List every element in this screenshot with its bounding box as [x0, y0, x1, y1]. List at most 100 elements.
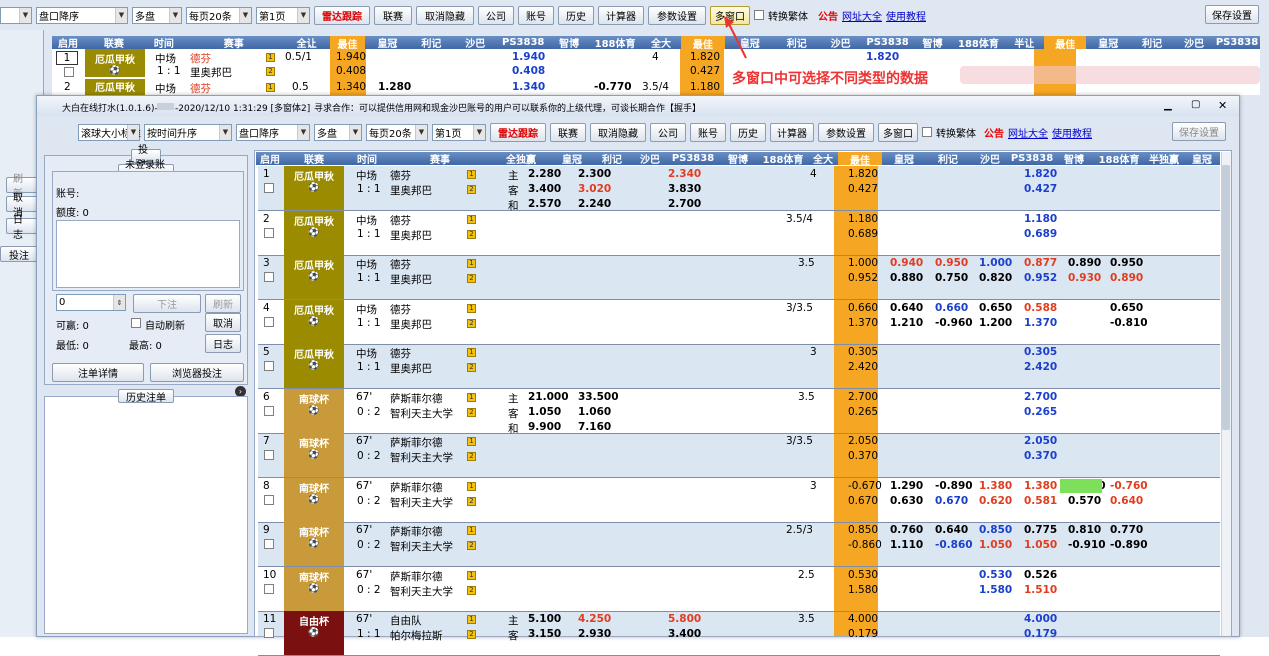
odds-sort-select[interactable]: 盘口降序 ▼ [236, 123, 310, 141]
col-best: 最佳 [838, 152, 882, 165]
away-team: 智利天主大学 [390, 408, 453, 420]
league-button[interactable]: 联赛 [550, 122, 586, 142]
minimize-icon[interactable]: ▁ [1164, 100, 1172, 111]
score: 1 : 1 [357, 183, 381, 195]
refresh-button[interactable]: 刷新 [205, 294, 241, 313]
bg-bet-button[interactable]: 投注 [0, 246, 38, 262]
row-checkbox[interactable] [264, 361, 274, 371]
save-settings-button[interactable]: 保存设置 [1172, 122, 1226, 141]
ps2-value: 0.581 [1024, 495, 1058, 507]
team-badge: 2 [467, 452, 476, 461]
notice-link[interactable]: 公告 [984, 125, 1004, 140]
hg2-value: 1.290 [890, 480, 924, 492]
home-team: 萨斯菲尔德 [390, 393, 443, 405]
amount-input[interactable]: 0 ⇕ [56, 294, 126, 311]
row-checkbox[interactable] [264, 584, 274, 594]
ps2-value: 0.305 [1024, 346, 1058, 358]
best-value: 1.000 [848, 257, 879, 269]
bg-history-button[interactable]: 历史 [558, 5, 594, 25]
history-bets-tab[interactable]: 历史注单 [118, 389, 174, 404]
bg-log-button[interactable]: 日志 [6, 215, 38, 241]
place-bet-button[interactable]: 下注 [133, 294, 201, 313]
team-badge: 1 [467, 304, 476, 313]
bg-convert-label: 转换繁体 [768, 11, 808, 23]
bg-page-select[interactable]: 第1页 ▼ [256, 6, 310, 24]
bg-radar-button[interactable]: 雷达跟踪 [314, 5, 370, 25]
history-button[interactable]: 历史 [730, 122, 766, 142]
bg-hcap: 0.5/1 [285, 51, 312, 63]
bg-page-size-select[interactable]: 每页20条 ▼ [186, 6, 252, 24]
time-sort-select[interactable]: 按时间升序 ▼ [144, 123, 232, 141]
tutorial-link[interactable]: 使用教程 [1052, 125, 1092, 140]
bg-partial-select[interactable]: ▼ [0, 6, 32, 24]
col-zb2: 智博 [1064, 155, 1084, 166]
multi-window-button[interactable]: 多窗口 [878, 122, 918, 142]
bg-league-cell: 厄瓜甲秋 [85, 79, 145, 95]
cancel-button[interactable]: 取消 [205, 313, 241, 332]
auto-refresh-checkbox[interactable] [131, 318, 141, 328]
bg-params-button[interactable]: 参数设置 [648, 5, 706, 25]
match-time: 67' [356, 569, 373, 581]
row-checkbox[interactable] [264, 539, 274, 549]
row-checkbox[interactable] [264, 183, 274, 193]
log-button[interactable]: 日志 [205, 334, 241, 353]
team-badge: 1 [467, 615, 476, 624]
score: 0 : 2 [357, 495, 381, 507]
col-ps: PS3838 [671, 153, 715, 164]
scrollbar-thumb[interactable] [1222, 165, 1230, 430]
bg-account-button[interactable]: 账号 [518, 5, 554, 25]
account-button[interactable]: 账号 [690, 122, 726, 142]
bg-url-all-link[interactable]: 网址大全 [842, 8, 882, 23]
total-line: 3/3.5 [786, 302, 813, 314]
ps2-value: 1.050 [1024, 539, 1058, 551]
bg-hg-value: 1.280 [378, 81, 412, 93]
row-checkbox[interactable] [264, 450, 274, 460]
best-value: 0.179 [848, 628, 879, 640]
bg-cancel-button[interactable]: 取消 [6, 193, 38, 219]
bg-convert-checkbox[interactable] [754, 10, 764, 20]
row-checkbox[interactable] [264, 228, 274, 238]
ps2-value: 0.370 [1024, 450, 1058, 462]
bg-multi-select[interactable]: 多盘 ▼ [132, 6, 182, 24]
row-checkbox[interactable] [264, 317, 274, 327]
bg-company-button[interactable]: 公司 [478, 5, 514, 25]
bg-cancel-hide-button[interactable]: 取消隐藏 [416, 5, 474, 25]
row-checkbox[interactable] [264, 495, 274, 505]
bg-col-hcap: 全让 [296, 39, 317, 50]
mode-select[interactable]: 滚球大小标准 ▼ [78, 123, 141, 141]
best-value: 2.420 [848, 361, 879, 373]
row-checkbox[interactable] [264, 406, 274, 416]
bg-col-best: 最佳 [329, 36, 366, 49]
maximize-icon[interactable]: ▢ [1191, 99, 1200, 110]
multi-select[interactable]: 多盘 ▼ [314, 123, 362, 141]
bg-league-button[interactable]: 联赛 [374, 5, 412, 25]
bg-calculator-button[interactable]: 计算器 [598, 5, 644, 25]
company-button[interactable]: 公司 [650, 122, 686, 142]
lj2-value: 0.640 [935, 524, 969, 536]
best-value: 1.180 [848, 213, 879, 225]
convert-checkbox[interactable] [922, 127, 932, 137]
sb2-value: 1.050 [979, 539, 1013, 551]
bg-tutorial-link[interactable]: 使用教程 [886, 8, 926, 23]
radar-button[interactable]: 雷达跟踪 [490, 122, 546, 142]
bg-row-checkbox[interactable] [64, 67, 74, 77]
bg-notice-link[interactable]: 公告 [818, 8, 838, 23]
browser-bet-button[interactable]: 浏览器投注 [150, 363, 244, 382]
score: 1 : 1 [357, 317, 381, 329]
sb2-value: 0.820 [979, 272, 1013, 284]
away-team: 里奥邦巴 [390, 185, 432, 197]
url-all-link[interactable]: 网址大全 [1008, 125, 1048, 140]
page-select[interactable]: 第1页 ▼ [432, 123, 486, 141]
cancel-hide-button[interactable]: 取消隐藏 [590, 122, 646, 142]
bg-save-button[interactable]: 保存设置 [1205, 5, 1259, 24]
close-icon[interactable]: ✕ [1218, 99, 1227, 112]
row-checkbox[interactable] [264, 272, 274, 282]
params-button[interactable]: 参数设置 [818, 122, 874, 142]
soccer-ball-icon: ⚽ [308, 495, 320, 505]
bet-detail-button[interactable]: 注单详情 [52, 363, 144, 382]
total-line: 3 [810, 480, 817, 492]
page-size-select[interactable]: 每页20条 ▼ [366, 123, 428, 141]
calculator-button[interactable]: 计算器 [770, 122, 814, 142]
total-line: 3.5 [798, 257, 815, 269]
bg-sort-select[interactable]: 盘口降序 ▼ [36, 6, 128, 24]
